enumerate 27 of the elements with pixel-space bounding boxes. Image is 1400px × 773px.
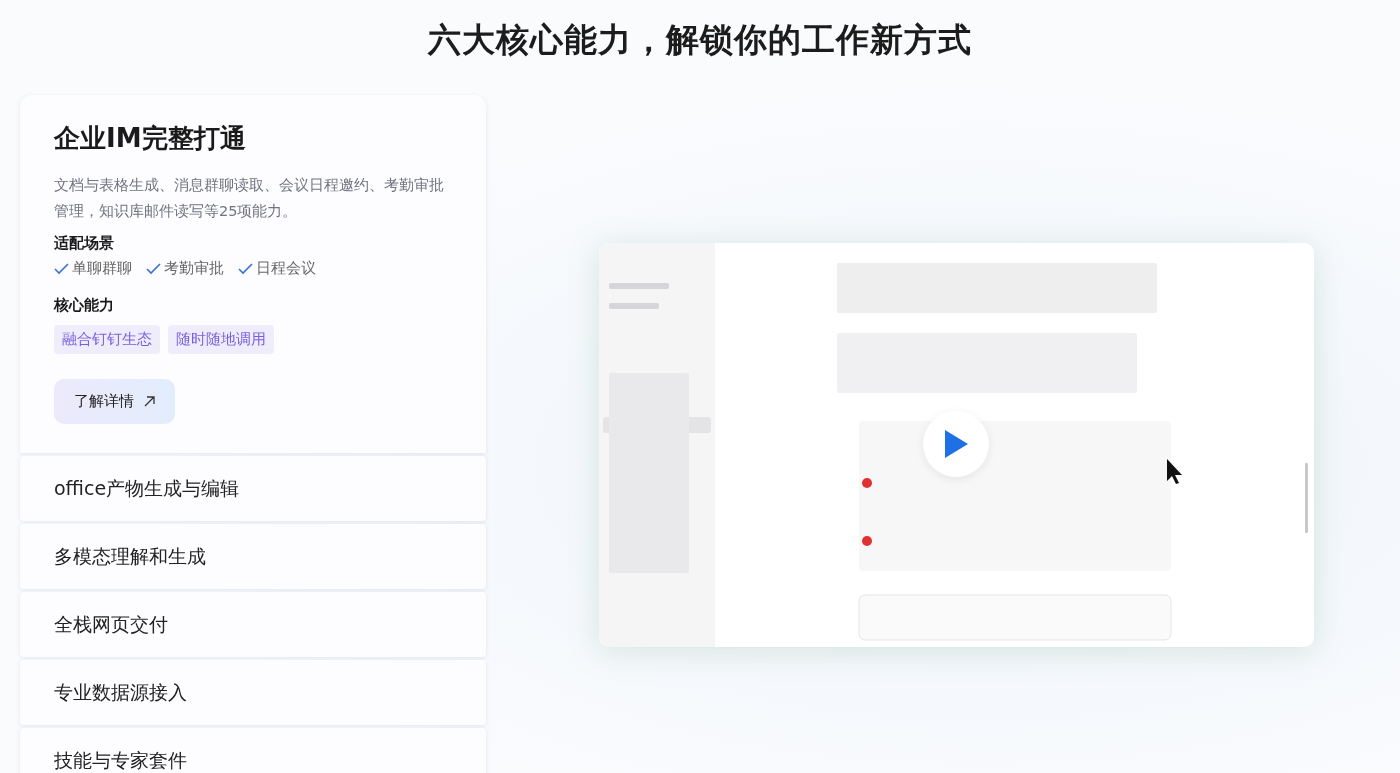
feature-card[interactable]: office产物生成与编辑 xyxy=(20,456,486,521)
feature-card[interactable]: 企业IM完整打通 文档与表格生成、消息群聊读取、会议日程邀约、考勤审批管理，知识库邮件读写等25项能力。 适配场景 单聊群聊 考勤审批 日程会议 核心能力 融合钉钉生态 随时随地调用 了解详情 xyxy=(20,95,486,453)
check-icon xyxy=(146,262,161,275)
section-heading: 六大核心能力，解锁你的工作新方式 xyxy=(426,19,973,61)
feature-title: 技能与专家套件 xyxy=(54,749,188,772)
ability-tag: 融合钉钉生态 xyxy=(54,325,160,354)
abilities-label: 核心能力 xyxy=(54,296,115,315)
feature-card[interactable]: 专业数据源接入 xyxy=(20,660,486,725)
feature-description: 文档与表格生成、消息群聊读取、会议日程邀约、考勤审批管理，知识库邮件读写等25项能力。 xyxy=(54,176,445,221)
feature-title: 企业IM完整打通 xyxy=(54,122,247,155)
scenario-text: 考勤审批 xyxy=(164,259,224,278)
play-icon xyxy=(942,429,969,459)
scenarios-label: 适配场景 xyxy=(54,234,115,253)
scenario-text: 日程会议 xyxy=(256,259,316,278)
feature-card[interactable]: 多模态理解和生成 xyxy=(20,524,486,589)
scenario-text: 单聊群聊 xyxy=(72,259,132,278)
feature-card[interactable]: 全栈网页交付 xyxy=(20,592,486,657)
feature-card[interactable]: 技能与专家套件 xyxy=(20,728,486,773)
check-icon xyxy=(238,262,253,275)
feature-title: office产物生成与编辑 xyxy=(54,477,241,500)
feature-title: 全栈网页交付 xyxy=(54,613,169,636)
check-icon xyxy=(54,262,69,275)
details-button[interactable]: 了解详情 xyxy=(54,379,175,424)
arrow-icon xyxy=(144,396,155,407)
ability-tag: 随时随地调用 xyxy=(168,325,274,354)
feature-title: 多模态理解和生成 xyxy=(54,545,207,568)
feature-title: 专业数据源接入 xyxy=(54,681,188,704)
